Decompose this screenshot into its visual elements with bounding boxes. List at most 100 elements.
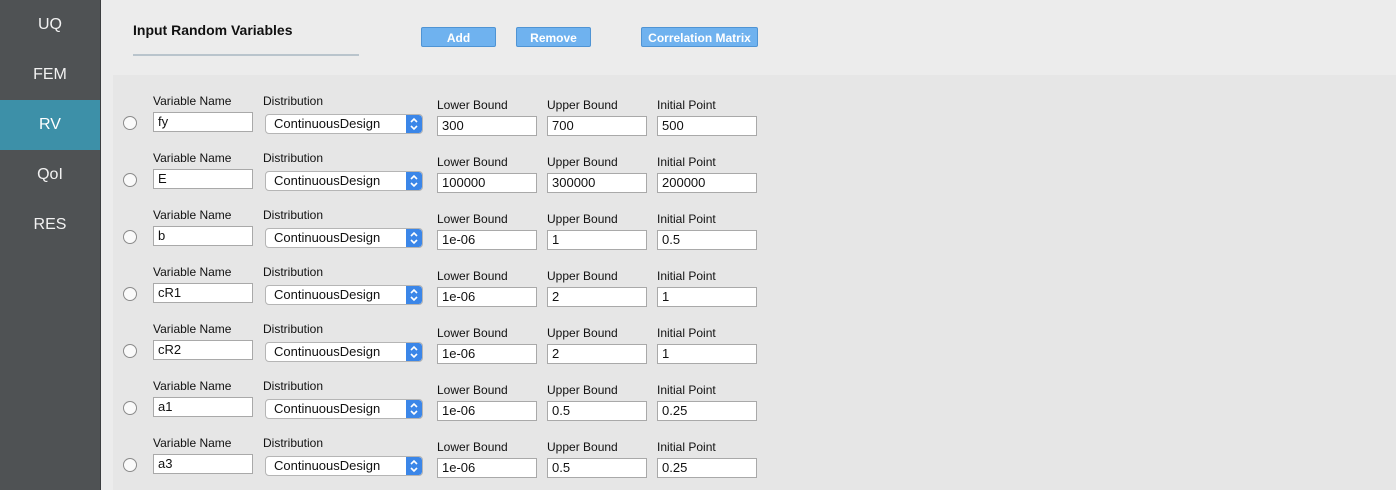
variable-name-input[interactable]: E [153,169,253,189]
select-arrows-icon [406,115,422,133]
initial-point-label: Initial Point [657,326,716,340]
distribution-label: Distribution [263,265,324,279]
row-select-radio[interactable] [123,401,137,415]
initial-point-label: Initial Point [657,440,716,454]
upper-bound-label: Upper Bound [547,269,618,283]
distribution-label: Distribution [263,151,324,165]
random-variable-row: Variable Name E Distribution ContinuousD… [113,138,1396,195]
row-select-radio[interactable] [123,287,137,301]
initial-point-input[interactable]: 200000 [657,173,757,193]
variable-name-input[interactable]: cR2 [153,340,253,360]
lower-bound-input[interactable]: 300 [437,116,537,136]
variable-name-label: Variable Name [153,436,232,450]
main-panel: Input Random Variables Add Remove Correl… [101,0,1396,490]
distribution-select[interactable]: ContinuousDesign [265,114,423,134]
row-select-radio[interactable] [123,458,137,472]
lower-bound-input[interactable]: 1e-06 [437,230,537,250]
initial-point-input[interactable]: 0.25 [657,401,757,421]
lower-bound-label: Lower Bound [437,383,508,397]
select-arrows-icon [406,457,422,475]
upper-bound-input[interactable]: 2 [547,287,647,307]
random-variable-row: Variable Name fy Distribution Continuous… [113,81,1396,138]
sidebar-item-rv[interactable]: RV [0,100,100,150]
initial-point-input[interactable]: 1 [657,344,757,364]
upper-bound-label: Upper Bound [547,155,618,169]
title-underline: Input Random Variables [133,22,359,56]
distribution-select[interactable]: ContinuousDesign [265,285,423,305]
sidebar-item-res[interactable]: RES [0,200,100,250]
lower-bound-label: Lower Bound [437,212,508,226]
lower-bound-label: Lower Bound [437,326,508,340]
random-variable-row: Variable Name b Distribution ContinuousD… [113,195,1396,252]
select-arrows-icon [406,400,422,418]
sidebar-item-uq[interactable]: UQ [0,0,100,50]
random-variable-row: Variable Name a3 Distribution Continuous… [113,423,1396,480]
distribution-value: ContinuousDesign [274,287,381,302]
select-arrows-icon [406,172,422,190]
lower-bound-input[interactable]: 1e-06 [437,344,537,364]
random-variable-row: Variable Name a1 Distribution Continuous… [113,366,1396,423]
select-arrows-icon [406,229,422,247]
lower-bound-label: Lower Bound [437,155,508,169]
random-variable-row: Variable Name cR1 Distribution Continuou… [113,252,1396,309]
upper-bound-label: Upper Bound [547,212,618,226]
row-select-radio[interactable] [123,344,137,358]
distribution-label: Distribution [263,379,324,393]
remove-button[interactable]: Remove [516,27,591,47]
lower-bound-input[interactable]: 1e-06 [437,401,537,421]
upper-bound-input[interactable]: 700 [547,116,647,136]
variable-name-input[interactable]: cR1 [153,283,253,303]
upper-bound-label: Upper Bound [547,383,618,397]
distribution-label: Distribution [263,94,324,108]
distribution-value: ContinuousDesign [274,230,381,245]
sidebar-item-qoi[interactable]: QoI [0,150,100,200]
sidebar-item-fem[interactable]: FEM [0,50,100,100]
upper-bound-input[interactable]: 300000 [547,173,647,193]
initial-point-input[interactable]: 500 [657,116,757,136]
variable-name-label: Variable Name [153,265,232,279]
initial-point-label: Initial Point [657,98,716,112]
lower-bound-label: Lower Bound [437,440,508,454]
upper-bound-input[interactable]: 0.5 [547,458,647,478]
variable-name-input[interactable]: b [153,226,253,246]
upper-bound-input[interactable]: 1 [547,230,647,250]
upper-bound-label: Upper Bound [547,326,618,340]
variable-name-input[interactable]: a1 [153,397,253,417]
lower-bound-input[interactable]: 1e-06 [437,287,537,307]
variable-name-input[interactable]: fy [153,112,253,132]
distribution-label: Distribution [263,208,324,222]
initial-point-label: Initial Point [657,155,716,169]
distribution-select[interactable]: ContinuousDesign [265,342,423,362]
initial-point-input[interactable]: 1 [657,287,757,307]
variable-name-input[interactable]: a3 [153,454,253,474]
row-select-radio[interactable] [123,116,137,130]
distribution-select[interactable]: ContinuousDesign [265,228,423,248]
distribution-value: ContinuousDesign [274,401,381,416]
distribution-select[interactable]: ContinuousDesign [265,456,423,476]
variable-name-label: Variable Name [153,208,232,222]
lower-bound-input[interactable]: 1e-06 [437,458,537,478]
correlation-matrix-button[interactable]: Correlation Matrix [641,27,758,47]
initial-point-input[interactable]: 0.25 [657,458,757,478]
initial-point-label: Initial Point [657,383,716,397]
random-variable-row: Variable Name cR2 Distribution Continuou… [113,309,1396,366]
distribution-value: ContinuousDesign [274,458,381,473]
lower-bound-label: Lower Bound [437,269,508,283]
variable-name-label: Variable Name [153,379,232,393]
row-select-radio[interactable] [123,230,137,244]
random-variables-list: Variable Name fy Distribution Continuous… [113,75,1396,490]
initial-point-input[interactable]: 0.5 [657,230,757,250]
distribution-select[interactable]: ContinuousDesign [265,399,423,419]
lower-bound-input[interactable]: 100000 [437,173,537,193]
initial-point-label: Initial Point [657,269,716,283]
distribution-select[interactable]: ContinuousDesign [265,171,423,191]
upper-bound-input[interactable]: 0.5 [547,401,647,421]
upper-bound-input[interactable]: 2 [547,344,647,364]
add-button[interactable]: Add [421,27,496,47]
distribution-value: ContinuousDesign [274,116,381,131]
variable-name-label: Variable Name [153,322,232,336]
distribution-label: Distribution [263,322,324,336]
row-select-radio[interactable] [123,173,137,187]
lower-bound-label: Lower Bound [437,98,508,112]
distribution-value: ContinuousDesign [274,173,381,188]
